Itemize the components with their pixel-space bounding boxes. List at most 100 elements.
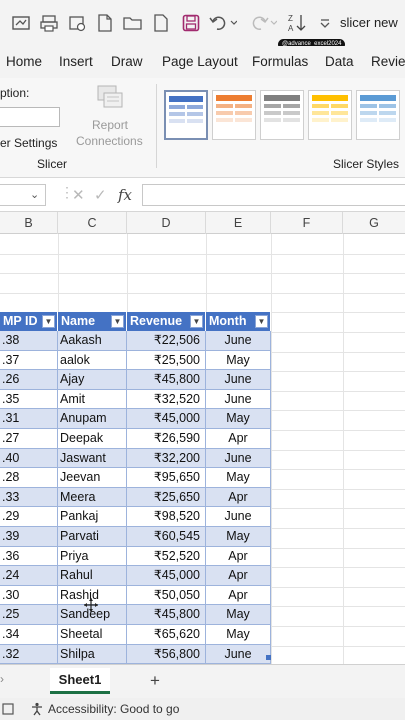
table-cell-emp-id[interactable]: .39 [0,527,58,547]
slicer-style-tile-orange[interactable] [212,90,256,140]
cancel-icon[interactable]: ✕ [72,186,85,204]
column-header-c[interactable]: C [58,212,127,234]
table-cell-emp-id[interactable]: .28 [0,468,58,488]
table-cell-emp-id[interactable]: .35 [0,389,58,410]
column-header-d[interactable]: D [127,212,206,234]
slicer-style-tile-steel[interactable] [356,90,400,140]
table-cell-name[interactable]: Jaswant [58,448,127,469]
table-cell-month[interactable]: May [206,409,271,429]
slicer-style-tile-blue[interactable] [164,90,208,140]
table-cell-month[interactable]: May [206,468,271,488]
customize-toolbar-icon[interactable] [314,12,336,34]
table-cell-revenue[interactable]: ₹45,000 [127,566,206,586]
slicer-style-tile-gold[interactable] [308,90,352,140]
table-cell-emp-id[interactable]: .31 [0,409,58,429]
table-cell-revenue[interactable]: ₹98,520 [127,507,206,527]
worksheet-grid[interactable]: MP ID ▼ Name ▼ Revenue ▼ Month ▼ .38 Aakash ₹22,50… [0,234,405,664]
table-header-name[interactable]: Name ▼ [58,312,127,331]
table-cell-emp-id[interactable]: .38 [0,331,58,351]
filter-dropdown-icon[interactable]: ▼ [42,315,55,328]
table-cell-month[interactable]: Apr [206,429,271,449]
table-cell-month[interactable]: May [206,625,271,645]
sheet-tab-sheet1[interactable]: Sheet1 [50,668,110,694]
table-resize-handle[interactable] [266,655,271,660]
new-document-icon[interactable] [150,12,172,34]
column-header-f[interactable]: F [271,212,343,234]
table-cell-emp-id[interactable]: .30 [0,585,58,606]
tab-draw[interactable]: Draw [111,54,143,69]
table-cell-revenue[interactable]: ₹45,000 [127,409,206,429]
table-cell-revenue[interactable]: ₹52,520 [127,546,206,567]
tab-home[interactable]: Home [6,54,42,69]
table-cell-emp-id[interactable]: .25 [0,605,58,625]
table-cell-revenue[interactable]: ₹26,590 [127,429,206,449]
table-cell-name[interactable]: Jeevan [58,468,127,488]
table-cell-name[interactable]: Shilpa [58,644,127,664]
table-cell-month[interactable]: Apr [206,487,271,508]
slicer-settings-button[interactable]: er Settings [0,136,57,150]
table-cell-revenue[interactable]: ₹95,650 [127,468,206,488]
table-cell-emp-id[interactable]: .32 [0,644,58,664]
table-cell-revenue[interactable]: ₹56,800 [127,644,206,664]
table-header-revenue[interactable]: Revenue ▼ [127,312,206,331]
table-cell-emp-id[interactable]: .24 [0,566,58,586]
sort-descending-icon[interactable]: ZA [286,12,308,34]
table-cell-month[interactable]: June [206,370,271,390]
report-connections-button[interactable]: Report [92,118,128,132]
table-cell-month[interactable]: June [206,389,271,410]
filter-dropdown-icon[interactable]: ▼ [255,315,268,328]
table-cell-name[interactable]: Deepak [58,429,127,449]
table-cell-revenue[interactable]: ₹50,050 [127,585,206,606]
table-cell-month[interactable]: June [206,644,271,664]
column-header-e[interactable]: E [206,212,271,234]
enter-icon[interactable]: ✓ [94,186,107,204]
table-cell-month[interactable]: Apr [206,566,271,586]
print-preview-icon[interactable] [38,12,60,34]
print-icon[interactable] [66,12,88,34]
table-cell-revenue[interactable]: ₹32,520 [127,389,206,410]
undo-icon[interactable] [208,12,238,34]
table-cell-revenue[interactable]: ₹25,650 [127,487,206,508]
table-cell-name[interactable]: aalok [58,350,127,371]
table-cell-name[interactable]: Priya [58,546,127,567]
filter-dropdown-icon[interactable]: ▼ [111,315,124,328]
insert-function-button[interactable]: fx [118,186,132,204]
table-cell-name[interactable]: Meera [58,487,127,508]
table-cell-emp-id[interactable]: .34 [0,625,58,645]
table-cell-name[interactable]: Amit [58,389,127,410]
table-cell-month[interactable]: May [206,350,271,371]
table-cell-month[interactable]: May [206,527,271,547]
table-cell-name[interactable]: Ajay [58,370,127,390]
tab-page-layout[interactable]: Page Layout [162,54,238,69]
table-cell-revenue[interactable]: ₹25,500 [127,350,206,371]
autosave-icon[interactable] [10,12,32,34]
filter-dropdown-icon[interactable]: ▼ [190,315,203,328]
redo-icon[interactable] [248,12,278,34]
table-cell-month[interactable]: Apr [206,546,271,567]
table-cell-emp-id[interactable]: .27 [0,429,58,449]
table-cell-month[interactable]: June [206,448,271,469]
column-header-g[interactable]: G [343,212,405,234]
open-folder-icon[interactable] [122,12,144,34]
table-cell-month[interactable]: May [206,605,271,625]
table-cell-revenue[interactable]: ₹45,800 [127,370,206,390]
formula-input[interactable] [142,184,405,206]
tab-insert[interactable]: Insert [59,54,93,69]
table-cell-name[interactable]: Sheetal [58,625,127,645]
table-header-month[interactable]: Month ▼ [206,312,271,331]
table-cell-name[interactable]: Aakash [58,331,127,351]
table-cell-name[interactable]: Parvati [58,527,127,547]
table-cell-emp-id[interactable]: .37 [0,350,58,371]
accessibility-icon[interactable] [30,702,44,716]
table-cell-month[interactable]: June [206,507,271,527]
accessibility-status[interactable]: Accessibility: Good to go [48,702,179,716]
tab-formulas[interactable]: Formulas [252,54,308,69]
slicer-style-tile-gray[interactable] [260,90,304,140]
sheet-scroll-left-icon[interactable]: › [0,672,4,686]
slicer-caption-input[interactable] [0,107,60,127]
table-cell-revenue[interactable]: ₹22,506 [127,331,206,351]
new-file-icon[interactable] [94,12,116,34]
table-cell-emp-id[interactable]: .40 [0,448,58,469]
column-header-b[interactable]: B [0,212,58,234]
add-sheet-button[interactable]: + [150,671,160,691]
